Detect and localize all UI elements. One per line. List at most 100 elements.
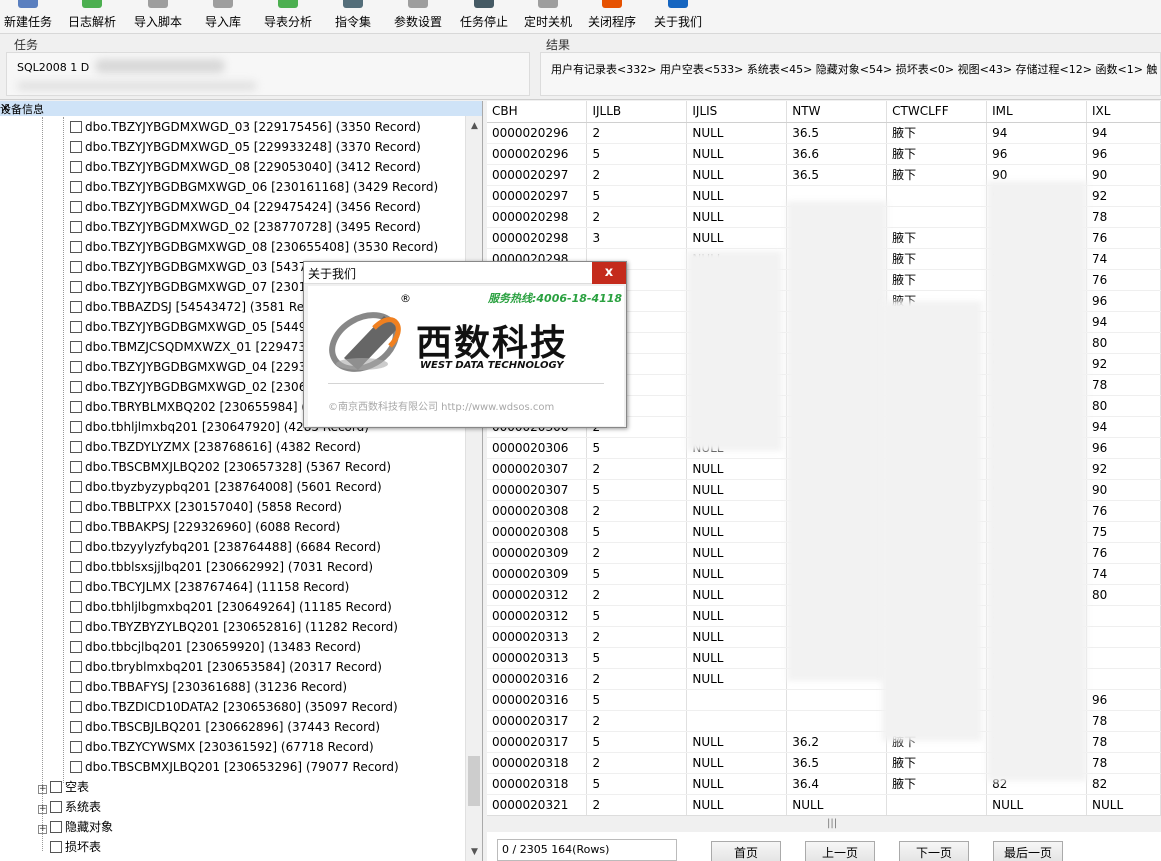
column-header[interactable]: IJLIS [686, 101, 788, 123]
tree-item[interactable]: dbo.TBSCBMXJLBQ201 [230653296] (79077 Re… [70, 757, 399, 777]
tree-item-checkbox[interactable] [70, 721, 82, 733]
expand-icon[interactable]: + [38, 805, 47, 814]
tree-item-checkbox[interactable] [70, 201, 82, 213]
column-header[interactable]: CTWCLFF [886, 101, 988, 123]
tree-item[interactable]: dbo.TBBAZDSJ [54543472] (3581 Rec [70, 297, 311, 317]
tree-item-checkbox[interactable] [70, 621, 82, 633]
tree-group-checkbox[interactable] [50, 781, 62, 793]
tree-item[interactable]: dbo.TBZYJYBGDBGMXWGD_08 [230655408] (353… [70, 237, 438, 257]
toolbar-button[interactable]: 指令集 [332, 0, 374, 34]
tree-item[interactable]: dbo.tbblsxsjjlbq201 [230662992] (7031 Re… [70, 557, 373, 577]
tree-item[interactable]: dbo.TBMZJCSQDMXWZX_01 [229473 [70, 337, 306, 357]
tree-item-checkbox[interactable] [70, 681, 82, 693]
tree-item[interactable]: dbo.tbbcjlbq201 [230659920] (13483 Recor… [70, 637, 361, 657]
tree-item[interactable]: dbo.TBYZBYZYLBQ201 [230652816] (11282 Re… [70, 617, 398, 637]
toolbar-button[interactable]: 导表分析 [260, 0, 316, 34]
tree-item-checkbox[interactable] [70, 261, 82, 273]
tree-item[interactable]: dbo.TBZYJYBGDBGMXWGD_06 [230161168] (342… [70, 177, 438, 197]
table-row[interactable]: 0000020321 2 NULL NULL NULL NULL [487, 794, 1161, 816]
tree-item[interactable]: dbo.TBZYJYBGDMXWGD_03 [229175456] (3350 … [70, 117, 421, 137]
tree-item-checkbox[interactable] [70, 141, 82, 153]
tree-group-checkbox[interactable] [50, 821, 62, 833]
tree-item-checkbox[interactable] [70, 521, 82, 533]
tree-item-checkbox[interactable] [70, 601, 82, 613]
prev-page-button[interactable]: 上一页 [805, 841, 875, 861]
tree-item-checkbox[interactable] [70, 381, 82, 393]
tree-item[interactable]: dbo.TBZYJYBGDBGMXWGD_02 [2306 [70, 377, 306, 397]
toolbar-button[interactable]: 参数设置 [390, 0, 446, 34]
tree-item-checkbox[interactable] [70, 181, 82, 193]
tree-item[interactable]: dbo.TBZYJYBGDBGMXWGD_07 [2301 [70, 277, 306, 297]
next-page-button[interactable]: 下一页 [899, 841, 969, 861]
tree-item[interactable]: dbo.TBBLTPXX [230157040] (5858 Record) [70, 497, 342, 517]
tree-item[interactable]: dbo.TBZYJYBGDBGMXWGD_03 [5437 [70, 257, 306, 277]
expand-icon[interactable]: + [38, 825, 47, 834]
toolbar-button[interactable]: 任务停止 [456, 0, 512, 34]
tree-item[interactable]: dbo.TBRYBLMXBQ202 [230655984] ( [70, 397, 306, 417]
tree-item-checkbox[interactable] [70, 501, 82, 513]
tree-item[interactable]: dbo.TBBAFYSJ [230361688] (31236 Record) [70, 677, 347, 697]
tree-group[interactable]: + 隐藏对象 [38, 817, 113, 837]
first-page-button[interactable]: 首页 [711, 841, 781, 861]
tree-item[interactable]: dbo.TBZDYLYZMX [238768616] (4382 Record) [70, 437, 361, 457]
tree-vertical-scrollbar[interactable]: ▲ ▼ [465, 116, 482, 861]
toolbar-button[interactable]: 关于我们 [650, 0, 706, 34]
scroll-up-icon[interactable]: ▲ [466, 118, 482, 135]
scrollbar-thumb[interactable] [468, 756, 480, 806]
scroll-down-icon[interactable]: ▼ [466, 844, 482, 861]
tree-item[interactable]: dbo.TBZYCYWSMX [230361592] (67718 Record… [70, 737, 374, 757]
tree-item-checkbox[interactable] [70, 441, 82, 453]
column-header[interactable]: CBH [487, 101, 588, 123]
column-header[interactable]: IML [986, 101, 1088, 123]
tree-group-checkbox[interactable] [50, 801, 62, 813]
tree-item[interactable]: dbo.TBSCBMXJLBQ202 [230657328] (5367 Rec… [70, 457, 391, 477]
table-row[interactable]: 0000020296 5 NULL 36.6 腋下 96 96 [487, 143, 1161, 165]
tree-item-checkbox[interactable] [70, 161, 82, 173]
tree-item-checkbox[interactable] [70, 401, 82, 413]
tree-item-checkbox[interactable] [70, 561, 82, 573]
tree-item[interactable]: dbo.tbyzbyzypbq201 [238764008] (5601 Rec… [70, 477, 382, 497]
result-box[interactable]: 用户有记录表<332> 用户空表<533> 系统表<45> 隐藏对象<54> 损… [540, 52, 1161, 96]
tree-item-checkbox[interactable] [70, 581, 82, 593]
dialog-close-button[interactable]: x [592, 262, 626, 284]
tree-item[interactable]: dbo.TBZDICD10DATA2 [230653680] (35097 Re… [70, 697, 398, 717]
tree-item-checkbox[interactable] [70, 461, 82, 473]
tree-item-checkbox[interactable] [70, 281, 82, 293]
column-header[interactable]: NTW [786, 101, 888, 123]
tree-item[interactable]: dbo.TBCYJLMX [238767464] (11158 Record) [70, 577, 349, 597]
table-row[interactable]: 0000020296 2 NULL 36.5 腋下 94 94 [487, 122, 1161, 144]
tree-item[interactable]: dbo.tbhljlbgmxbq201 [230649264] (11185 R… [70, 597, 392, 617]
tree-item-checkbox[interactable] [70, 321, 82, 333]
task-box[interactable]: SQL2008 1 D [6, 52, 530, 96]
tree-item-checkbox[interactable] [70, 481, 82, 493]
column-header[interactable]: IXL [1086, 101, 1161, 123]
expand-icon[interactable]: + [38, 785, 47, 794]
tree-item[interactable]: dbo.TBZYJYBGDMXWGD_08 [229053040] (3412 … [70, 157, 421, 177]
tree-item-checkbox[interactable] [70, 761, 82, 773]
tree-item-checkbox[interactable] [70, 421, 82, 433]
tree-item-checkbox[interactable] [70, 361, 82, 373]
tree-item-checkbox[interactable] [70, 541, 82, 553]
tree-item-checkbox[interactable] [70, 121, 82, 133]
tree-item-checkbox[interactable] [70, 641, 82, 653]
tree-item[interactable]: dbo.TBZYJYBGDMXWGD_02 [238770728] (3495 … [70, 217, 421, 237]
tree-item-checkbox[interactable] [70, 741, 82, 753]
toolbar-button[interactable]: 新建任务 [0, 0, 56, 34]
tree-item-checkbox[interactable] [70, 341, 82, 353]
tree-item-checkbox[interactable] [70, 221, 82, 233]
grid-horizontal-scrollbar[interactable]: ||| [487, 815, 1161, 832]
toolbar-button[interactable]: 导入库 [200, 0, 246, 34]
tree-item-checkbox[interactable] [70, 661, 82, 673]
tree-item-checkbox[interactable] [70, 241, 82, 253]
tree-item[interactable]: dbo.tbryblmxbq201 [230653584] (20317 Rec… [70, 657, 382, 677]
tree-item[interactable]: dbo.TBSCBJLBQ201 [230662896] (37443 Reco… [70, 717, 380, 737]
toolbar-button[interactable]: 关闭程序 [584, 0, 640, 34]
toolbar-button[interactable]: 日志解析 [64, 0, 120, 34]
tree-item[interactable]: dbo.TBZYJYBGDMXWGD_05 [229933248] (3370 … [70, 137, 421, 157]
tree-group[interactable]: 损坏表 [38, 837, 101, 857]
tree-item[interactable]: dbo.TBBAKPSJ [229326960] (6088 Record) [70, 517, 340, 537]
tree-close-icon[interactable]: × [0, 101, 480, 116]
tree-item[interactable]: dbo.TBZYJYBGDMXWGD_04 [229475424] (3456 … [70, 197, 421, 217]
toolbar-button[interactable]: 定时关机 [520, 0, 576, 34]
tree-group[interactable]: + 系统表 [38, 797, 101, 817]
